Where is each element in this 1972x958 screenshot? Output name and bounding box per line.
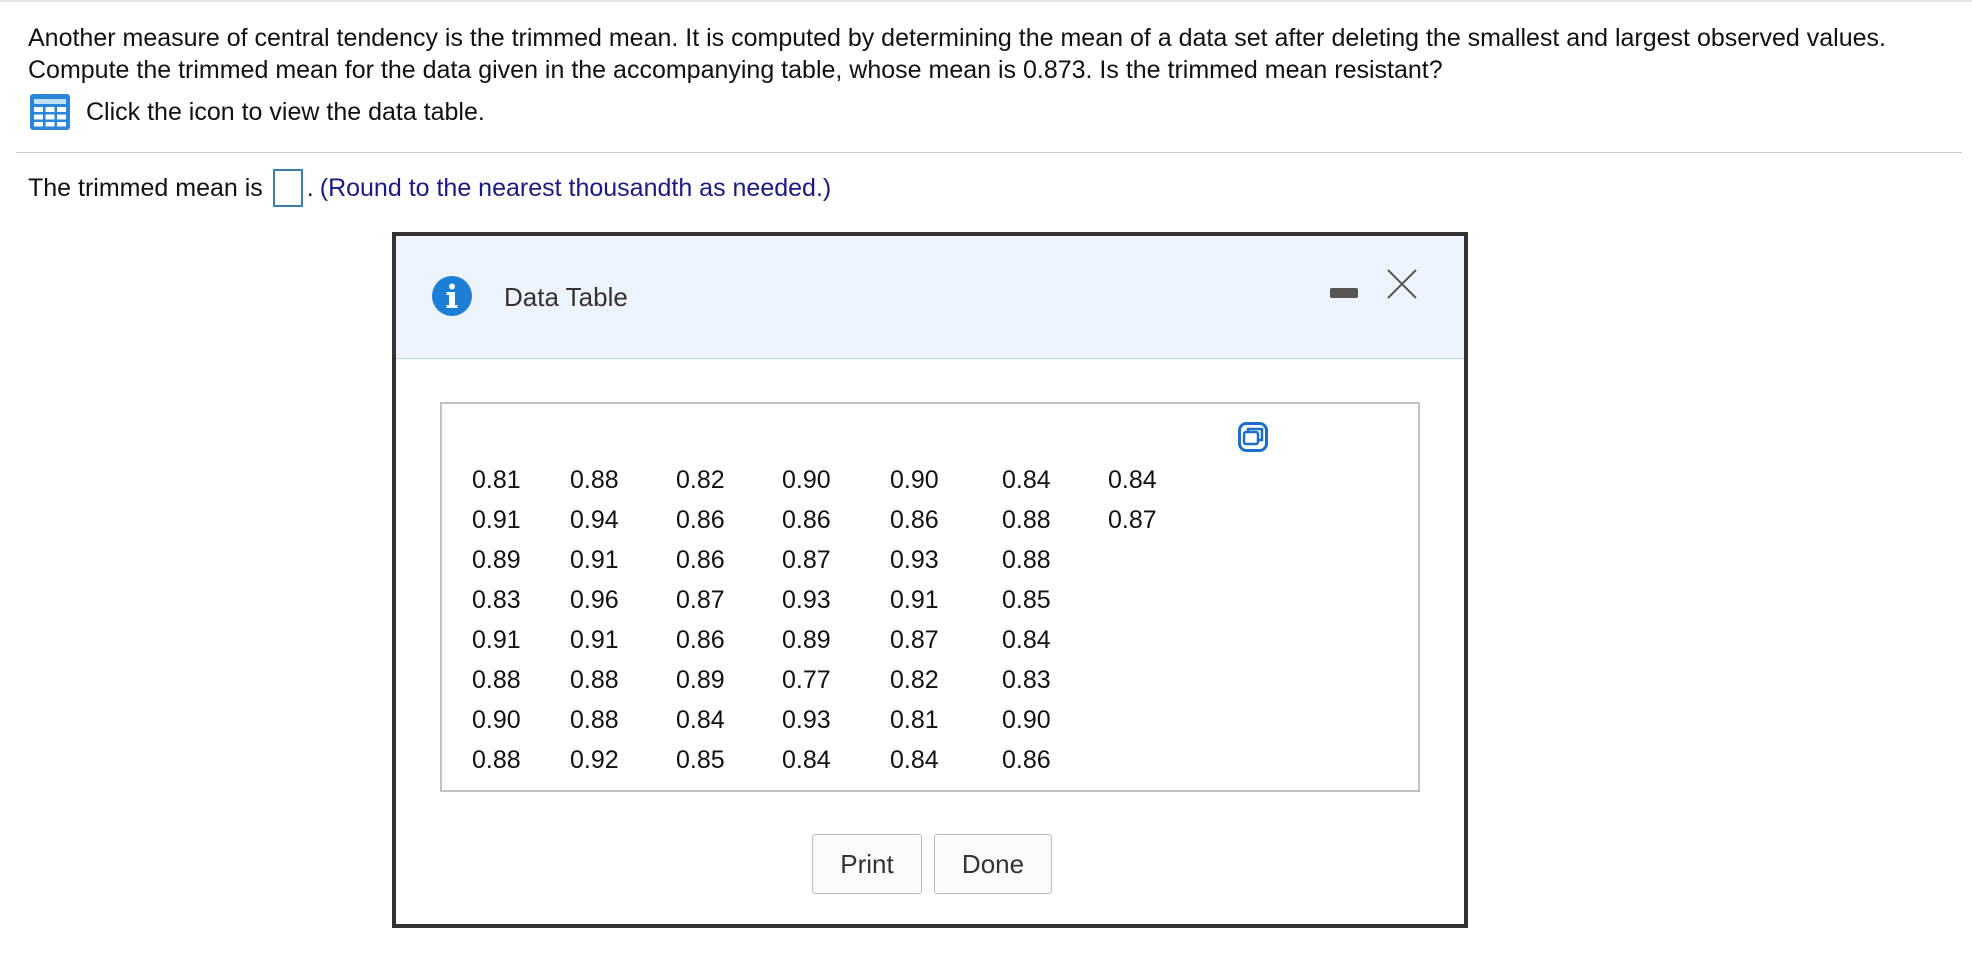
table-cell: 0.88 bbox=[472, 665, 521, 694]
table-cell: 0.88 bbox=[570, 665, 619, 694]
table-cell: 0.93 bbox=[782, 705, 831, 734]
top-border bbox=[0, 0, 1972, 2]
table-cell: 0.91 bbox=[890, 585, 939, 614]
table-cell: 0.84 bbox=[1108, 465, 1157, 494]
table-cell: 0.91 bbox=[570, 545, 619, 574]
data-table-modal: Data Table 0.81 0.88 0.82 0.90 0.90 0.84 0.84 0… bbox=[392, 232, 1468, 928]
table-cell: 0.84 bbox=[890, 745, 939, 774]
table-cell: 0.84 bbox=[676, 705, 725, 734]
table-cell: 0.86 bbox=[890, 505, 939, 534]
table-cell: 0.87 bbox=[890, 625, 939, 654]
table-row: 0.91 0.94 0.86 0.86 0.86 0.88 0.87 bbox=[472, 500, 1188, 540]
question-text: Another measure of central tendency is t… bbox=[28, 24, 1886, 84]
table-cell: 0.96 bbox=[570, 585, 619, 614]
copy-icon[interactable] bbox=[1238, 422, 1268, 452]
table-row: 0.83 0.96 0.87 0.93 0.91 0.85 bbox=[472, 580, 1188, 620]
table-cell: 0.87 bbox=[782, 545, 831, 574]
view-data-table-label[interactable]: Click the icon to view the data table. bbox=[86, 98, 485, 127]
table-cell: 0.89 bbox=[676, 665, 725, 694]
table-cell: 0.88 bbox=[1002, 505, 1051, 534]
table-cell: 0.86 bbox=[782, 505, 831, 534]
table-cell: 0.91 bbox=[472, 505, 521, 534]
table-cell: 0.84 bbox=[1002, 625, 1051, 654]
minimize-icon[interactable] bbox=[1330, 288, 1358, 298]
table-row: 0.89 0.91 0.86 0.87 0.93 0.88 bbox=[472, 540, 1188, 580]
rounding-hint: (Round to the nearest thousandth as need… bbox=[319, 174, 832, 202]
table-row: 0.88 0.88 0.89 0.77 0.82 0.83 bbox=[472, 660, 1188, 700]
section-divider bbox=[16, 152, 1962, 153]
table-cell: 0.86 bbox=[676, 625, 725, 654]
table-cell: 0.86 bbox=[676, 505, 725, 534]
trimmed-mean-input[interactable] bbox=[272, 169, 303, 207]
answer-suffix: . bbox=[306, 174, 314, 202]
table-cell: 0.90 bbox=[1002, 705, 1051, 734]
table-cell: 0.91 bbox=[570, 625, 619, 654]
table-cell: 0.87 bbox=[1108, 505, 1157, 534]
data-panel: 0.81 0.88 0.82 0.90 0.90 0.84 0.84 0.91 0.94 0.86… bbox=[440, 402, 1420, 792]
table-cell: 0.88 bbox=[1002, 545, 1051, 574]
table-cell: 0.87 bbox=[676, 585, 725, 614]
table-cell: 0.93 bbox=[782, 585, 831, 614]
table-cell: 0.85 bbox=[676, 745, 725, 774]
table-row: 0.91 0.91 0.86 0.89 0.87 0.84 bbox=[472, 620, 1188, 660]
grid-table-icon[interactable] bbox=[30, 94, 70, 130]
table-cell: 0.84 bbox=[1002, 465, 1051, 494]
table-cell: 0.82 bbox=[676, 465, 725, 494]
table-cell: 0.77 bbox=[782, 665, 831, 694]
done-button[interactable]: Done bbox=[934, 834, 1052, 894]
answer-line: The trimmed mean is . (Round to the near… bbox=[28, 168, 831, 208]
close-icon[interactable] bbox=[1384, 266, 1420, 302]
table-cell bbox=[1108, 580, 1188, 620]
table-cell: 0.93 bbox=[890, 545, 939, 574]
table-cell: 0.90 bbox=[782, 465, 831, 494]
table-cell: 0.82 bbox=[890, 665, 939, 694]
table-row: 0.88 0.92 0.85 0.84 0.84 0.86 bbox=[472, 740, 1188, 780]
answer-prefix: The trimmed mean is bbox=[28, 174, 263, 202]
table-cell bbox=[1108, 740, 1188, 780]
table-cell bbox=[1108, 540, 1188, 580]
table-row: 0.90 0.88 0.84 0.93 0.81 0.90 bbox=[472, 700, 1188, 740]
table-cell: 0.91 bbox=[472, 625, 521, 654]
info-icon bbox=[432, 276, 472, 316]
table-cell: 0.92 bbox=[570, 745, 619, 774]
table-cell: 0.90 bbox=[890, 465, 939, 494]
table-cell: 0.94 bbox=[570, 505, 619, 534]
table-cell: 0.83 bbox=[472, 585, 521, 614]
table-cell: 0.86 bbox=[1002, 745, 1051, 774]
table-cell bbox=[1108, 620, 1188, 660]
table-cell: 0.90 bbox=[472, 705, 521, 734]
table-cell: 0.85 bbox=[1002, 585, 1051, 614]
view-data-table-link[interactable]: Click the icon to view the data table. bbox=[30, 94, 485, 130]
table-cell: 0.81 bbox=[890, 705, 939, 734]
table-cell: 0.89 bbox=[472, 545, 521, 574]
print-button[interactable]: Print bbox=[812, 834, 922, 894]
table-cell: 0.81 bbox=[472, 465, 521, 494]
table-cell: 0.86 bbox=[676, 545, 725, 574]
table-cell: 0.89 bbox=[782, 625, 831, 654]
table-cell: 0.83 bbox=[1002, 665, 1051, 694]
modal-title: Data Table bbox=[504, 282, 628, 312]
table-cell: 0.84 bbox=[782, 745, 831, 774]
data-table: 0.81 0.88 0.82 0.90 0.90 0.84 0.84 0.91 0.94 0.86… bbox=[472, 460, 1188, 780]
modal-header: Data Table bbox=[396, 236, 1464, 359]
table-cell: 0.88 bbox=[570, 705, 619, 734]
table-cell bbox=[1108, 700, 1188, 740]
table-cell: 0.88 bbox=[570, 465, 619, 494]
table-cell bbox=[1108, 660, 1188, 700]
table-row: 0.81 0.88 0.82 0.90 0.90 0.84 0.84 bbox=[472, 460, 1188, 500]
table-cell: 0.88 bbox=[472, 745, 521, 774]
